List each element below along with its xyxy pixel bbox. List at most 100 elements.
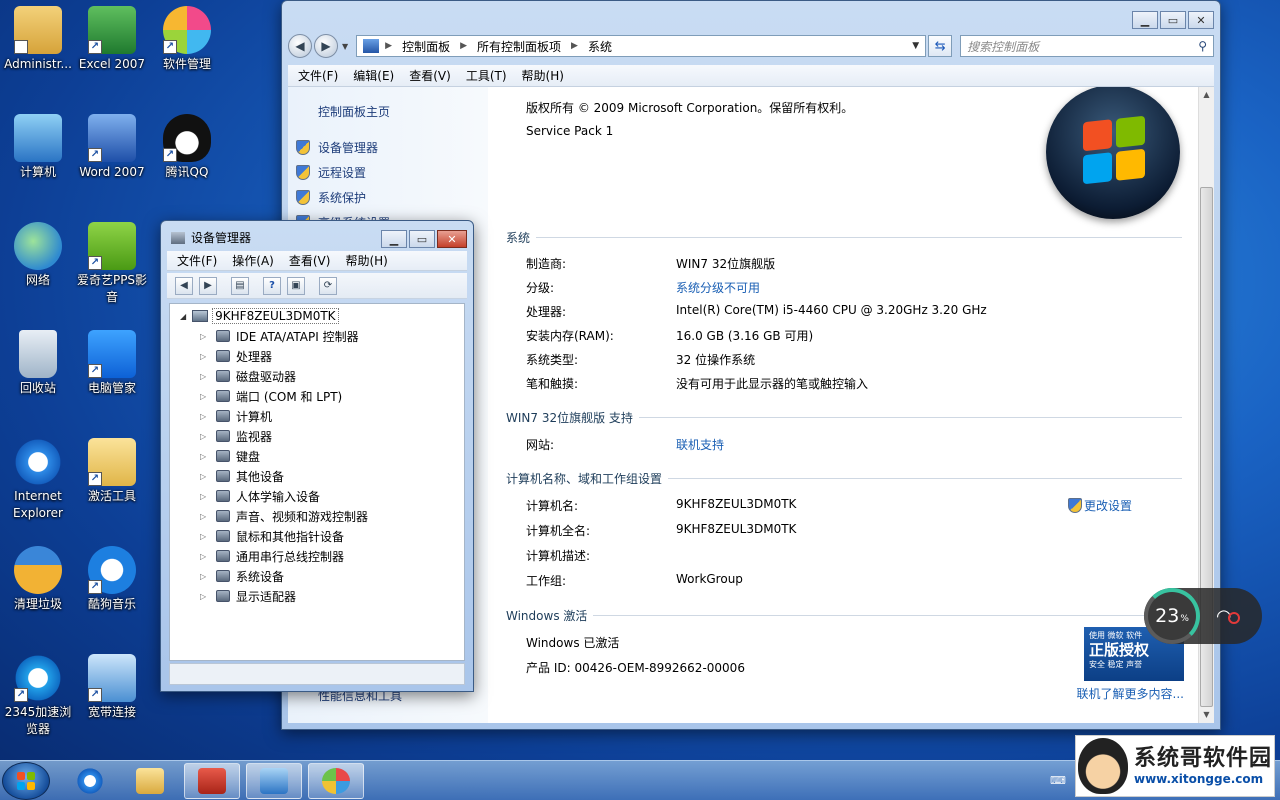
desktop-icon-qq[interactable]: ↗ 腾讯QQ	[149, 114, 225, 181]
desktop-icon-2345-browser[interactable]: ↗ 2345加速浏览器	[0, 654, 76, 738]
keyboard-icon[interactable]: ⌨	[1050, 774, 1066, 787]
expand-icon[interactable]: ▷	[200, 392, 210, 401]
maximize-button[interactable]: ▭	[1160, 11, 1186, 29]
menu-action[interactable]: 操作(A)	[232, 252, 274, 269]
expand-icon[interactable]: ▷	[200, 432, 210, 441]
expand-icon[interactable]: ▷	[200, 592, 210, 601]
expand-icon[interactable]: ▷	[200, 472, 210, 481]
search-input[interactable]: 搜索控制面板 ⚲	[960, 35, 1214, 57]
scan-hardware-icon[interactable]: ⟳	[319, 276, 337, 295]
expand-icon[interactable]: ▷	[200, 452, 210, 461]
breadcrumb-all-items[interactable]: 所有控制面板项	[477, 38, 561, 55]
breadcrumb-control-panel[interactable]: 控制面板	[402, 38, 450, 55]
close-button[interactable]: ✕	[437, 230, 467, 248]
menu-help[interactable]: 帮助(H)	[522, 67, 564, 84]
desktop-icon-iqiyi[interactable]: ↗ 爱奇艺PPS影音	[74, 222, 150, 306]
breadcrumb-system[interactable]: 系统	[588, 38, 612, 55]
system-rating-link[interactable]: 系统分级不可用	[676, 279, 760, 296]
control-panel-home-link[interactable]: 控制面板主页	[318, 103, 390, 120]
forward-icon[interactable]: ▶	[199, 276, 217, 295]
minimize-button[interactable]: ▁	[381, 230, 407, 248]
broom-icon	[14, 546, 62, 594]
desktop-icon-excel[interactable]: ↗ Excel 2007	[74, 6, 150, 73]
device-category[interactable]: ▷ 人体学输入设备	[200, 486, 320, 506]
desktop-icon-cleanup[interactable]: 清理垃圾	[0, 546, 76, 613]
expand-icon[interactable]: ▷	[200, 532, 210, 541]
expand-icon[interactable]: ▷	[200, 572, 210, 581]
properties-icon[interactable]: ▤	[231, 276, 249, 295]
start-button[interactable]	[2, 762, 50, 800]
online-support-link[interactable]: 联机支持	[676, 436, 724, 453]
expand-icon[interactable]: ▷	[200, 412, 210, 421]
device-category[interactable]: ▷ 磁盘驱动器	[200, 366, 296, 386]
forward-button[interactable]: ▶	[314, 34, 338, 58]
taskbar-toolbox[interactable]	[184, 763, 240, 799]
device-category[interactable]: ▷ 通用串行总线控制器	[200, 546, 344, 566]
desktop-icon-word[interactable]: ↗ Word 2007	[74, 114, 150, 181]
device-category[interactable]: ▷ 显示适配器	[200, 586, 296, 606]
folder-icon	[136, 768, 164, 794]
device-category[interactable]: ▷ 声音、视频和游戏控制器	[200, 506, 368, 526]
device-category[interactable]: ▷ 端口 (COM 和 LPT)	[200, 386, 342, 406]
device-category[interactable]: ▷ 键盘	[200, 446, 260, 466]
desktop-icon-broadband[interactable]: ↗ 宽带连接	[74, 654, 150, 721]
task-device-manager[interactable]: 设备管理器	[296, 139, 378, 156]
device-tree: ◢ 9KHF8ZEUL3DM0TK ▷ IDE ATA/ATAPI 控制器 ▷ 处理器…	[169, 303, 465, 661]
refresh-button[interactable]: ⇆	[928, 35, 953, 57]
taskbar-control-panel[interactable]	[246, 763, 302, 799]
help-icon[interactable]: ?	[263, 276, 281, 295]
history-dropdown-icon[interactable]: ▼	[342, 42, 348, 51]
device-category[interactable]: ▷ 监视器	[200, 426, 272, 446]
back-button[interactable]: ◀	[288, 34, 312, 58]
network-speed-widget[interactable]: 23% ◠	[1144, 588, 1262, 644]
scroll-up-icon[interactable]: ▲	[1199, 87, 1214, 103]
control-panel-icon	[363, 39, 380, 53]
address-bar[interactable]: ▶ 控制面板 ▶ 所有控制面板项 ▶ 系统 ▼	[356, 35, 927, 57]
desktop-icon-recycle-bin[interactable]: 回收站	[0, 330, 76, 397]
scroll-down-icon[interactable]: ▼	[1199, 707, 1214, 723]
device-category[interactable]: ▷ 计算机	[200, 406, 272, 426]
desktop-icon-kugou[interactable]: ↗ 酷狗音乐	[74, 546, 150, 613]
expand-icon[interactable]: ▷	[200, 512, 210, 521]
desktop-icon-software-manager[interactable]: ↗ 软件管理	[149, 6, 225, 73]
taskbar-explorer[interactable]	[122, 763, 178, 799]
expand-icon[interactable]: ▷	[200, 352, 210, 361]
desktop-icon-pc-manager[interactable]: ↗ 电脑管家	[74, 330, 150, 397]
taskbar-paint[interactable]	[308, 763, 364, 799]
desktop-icon-network[interactable]: 网络	[0, 222, 76, 289]
menu-file[interactable]: 文件(F)	[177, 252, 217, 269]
desktop-icon-activator[interactable]: ↗ 激活工具	[74, 438, 150, 505]
tree-root-computer[interactable]: ◢ 9KHF8ZEUL3DM0TK	[180, 308, 339, 324]
menu-tools[interactable]: 工具(T)	[466, 67, 507, 84]
menu-file[interactable]: 文件(F)	[298, 67, 338, 84]
taskbar-ie[interactable]	[62, 763, 118, 799]
device-category[interactable]: ▷ 鼠标和其他指针设备	[200, 526, 344, 546]
expand-icon[interactable]: ▷	[200, 552, 210, 561]
back-icon[interactable]: ◀	[175, 276, 193, 295]
close-button[interactable]: ✕	[1188, 11, 1214, 29]
search-placeholder: 搜索控制面板	[967, 39, 1040, 54]
desktop-icon-computer[interactable]: 计算机	[0, 114, 76, 181]
maximize-button[interactable]: ▭	[409, 230, 435, 248]
expand-icon[interactable]: ▷	[200, 372, 210, 381]
expand-icon[interactable]: ▷	[200, 332, 210, 341]
device-category[interactable]: ▷ 系统设备	[200, 566, 284, 586]
menu-help[interactable]: 帮助(H)	[345, 252, 387, 269]
view-icon[interactable]: ▣	[287, 276, 305, 295]
desktop-icon-administrator[interactable]: Administr...	[0, 6, 76, 73]
collapse-icon[interactable]: ◢	[180, 312, 186, 321]
task-system-protection[interactable]: 系统保护	[296, 189, 366, 206]
menu-view[interactable]: 查看(V)	[409, 67, 451, 84]
device-category[interactable]: ▷ 处理器	[200, 346, 272, 366]
menu-view[interactable]: 查看(V)	[289, 252, 331, 269]
device-category[interactable]: ▷ IDE ATA/ATAPI 控制器	[200, 326, 359, 346]
menu-edit[interactable]: 编辑(E)	[353, 67, 394, 84]
change-settings-link[interactable]: 更改设置	[1068, 497, 1132, 514]
desktop-icon-ie[interactable]: Internet Explorer	[0, 438, 76, 522]
address-dropdown-icon[interactable]: ▼	[912, 41, 919, 51]
device-category[interactable]: ▷ 其他设备	[200, 466, 284, 486]
expand-icon[interactable]: ▷	[200, 492, 210, 501]
learn-more-link[interactable]: 联机了解更多内容...	[1077, 685, 1184, 702]
task-remote-settings[interactable]: 远程设置	[296, 164, 366, 181]
minimize-button[interactable]: ▁	[1132, 11, 1158, 29]
